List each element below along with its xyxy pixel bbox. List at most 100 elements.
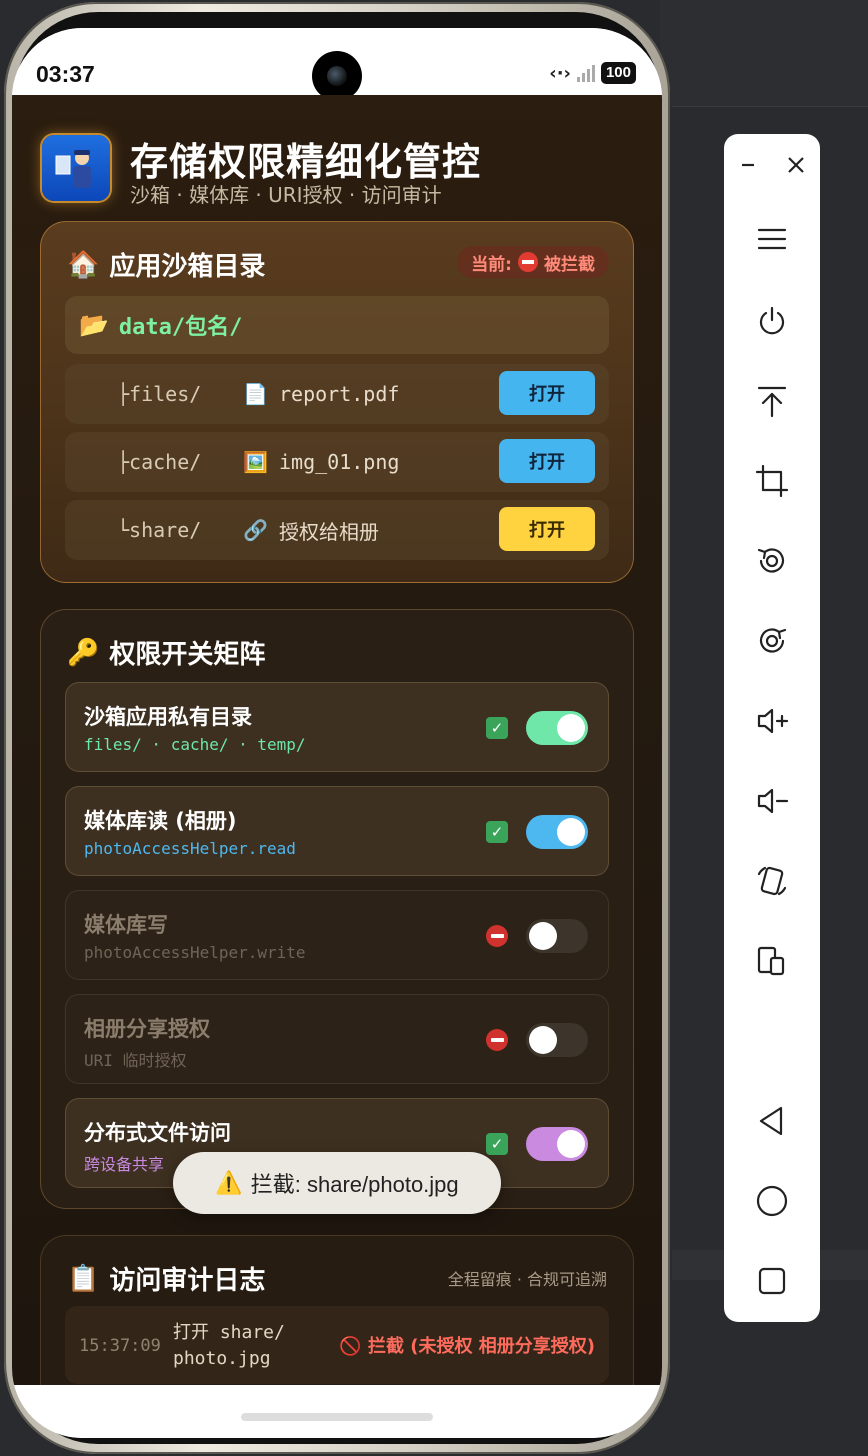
- dir-label: ├files/: [117, 382, 202, 406]
- permission-detail: URI 临时授权: [84, 1051, 187, 1070]
- sandbox-card: 🏠 应用沙箱目录 当前: 被拦截 📂 data/包名/ ├files/ 📄 re…: [40, 221, 634, 583]
- blocked-icon: [486, 925, 508, 947]
- folder-icon: 📂: [79, 311, 109, 339]
- install-button[interactable]: [724, 376, 820, 426]
- close-icon: [788, 157, 804, 173]
- file-name: 授权给相册: [279, 519, 379, 544]
- rotate-device-button[interactable]: [724, 856, 820, 906]
- file-row: ├cache/ 🖼️ img_01.png 打开: [65, 432, 609, 492]
- open-button[interactable]: 打开: [499, 371, 595, 415]
- rotate-right-button[interactable]: [724, 616, 820, 666]
- minimize-icon: [742, 163, 754, 167]
- dir-label: └share/: [117, 518, 202, 542]
- permission-title-text: 权限开关矩阵: [109, 640, 266, 670]
- image-icon: 🖼️: [243, 450, 268, 474]
- page-title: 存储权限精细化管控: [130, 140, 482, 184]
- audit-result-text: 拦截 (未授权 相册分享授权): [368, 1336, 595, 1357]
- audit-title-text: 访问审计日志: [109, 1266, 266, 1296]
- toggle-knob: [557, 818, 585, 846]
- permission-name: 沙箱应用私有目录: [84, 705, 252, 729]
- rotate-left-button[interactable]: [724, 536, 820, 586]
- permission-toggle[interactable]: [526, 1127, 588, 1161]
- check-icon: ✓: [486, 821, 508, 843]
- permission-name: 媒体库写: [84, 913, 168, 937]
- power-icon: [759, 306, 785, 335]
- house-icon: 🏠: [67, 249, 100, 280]
- open-button[interactable]: 打开: [499, 507, 595, 551]
- device-switch-icon: [757, 946, 785, 976]
- volume-up-icon: [757, 708, 789, 734]
- recents-button[interactable]: [724, 1256, 820, 1306]
- recents-icon: [758, 1267, 786, 1295]
- permission-name: 相册分享授权: [84, 1017, 210, 1041]
- audit-action: 打开 share/ photo.jpg: [173, 1322, 285, 1369]
- rotate-device-icon: [757, 866, 787, 896]
- permission-row: 沙箱应用私有目录 files/ · cache/ · temp/ ✓: [65, 682, 609, 772]
- screenshot-button[interactable]: [724, 456, 820, 506]
- back-button[interactable]: [724, 1096, 820, 1146]
- permission-toggle[interactable]: [526, 919, 588, 953]
- phone-screen: 03:37 ‹·› 100 存储权限精细化管控 沙箱 · 媒体库 · URI授权…: [12, 28, 662, 1438]
- minimize-button[interactable]: [728, 148, 768, 182]
- status-bar: 03:37 ‹·› 100: [12, 28, 662, 101]
- permission-card-title: 🔑 权限开关矩阵: [67, 634, 265, 671]
- toast-text: 拦截: share/photo.jpg: [250, 1172, 459, 1197]
- status-icons: ‹·› 100: [549, 62, 636, 84]
- status-time: 03:37: [36, 61, 95, 87]
- file-row: ├files/ 📄 report.pdf 打开: [65, 364, 609, 424]
- permission-toggle[interactable]: [526, 711, 588, 745]
- key-icon: 🔑: [67, 637, 100, 668]
- badge-prefix: 当前:: [471, 254, 512, 275]
- status-badge: 当前: 被拦截: [457, 246, 609, 278]
- rotate-right-icon: [759, 628, 787, 653]
- window-background: [660, 0, 868, 106]
- audit-card: 📋 访问审计日志 全程留痕 · 合规可追溯 15:37:09 打开 share/…: [40, 1235, 634, 1385]
- sandbox-card-title: 🏠 应用沙箱目录: [67, 246, 265, 283]
- close-button[interactable]: [776, 148, 816, 182]
- volume-up-button[interactable]: [724, 696, 820, 746]
- system-nav-bar: [12, 1385, 662, 1438]
- permission-detail: photoAccessHelper.read: [84, 839, 296, 858]
- audit-entry: 15:37:09 打开 share/ photo.jpg 🚫 拦截 (未授权 相…: [65, 1306, 609, 1384]
- toggle-knob: [557, 714, 585, 742]
- file-name: report.pdf: [279, 382, 400, 406]
- page-subtitle: 沙箱 · 媒体库 · URI授权 · 访问审计: [130, 183, 442, 207]
- dir-label: ├cache/: [117, 450, 202, 474]
- audit-result: 🚫 拦截 (未授权 相册分享授权): [339, 1332, 595, 1358]
- officer-icon: [55, 150, 91, 188]
- audit-time: 15:37:09: [79, 1336, 161, 1356]
- check-icon: ✓: [486, 717, 508, 739]
- toggle-knob: [557, 1130, 585, 1158]
- badge-status: 被拦截: [544, 254, 595, 275]
- home-button[interactable]: [724, 1176, 820, 1226]
- permission-toggle[interactable]: [526, 815, 588, 849]
- volume-down-icon: [757, 788, 789, 814]
- menu-button[interactable]: [724, 214, 820, 264]
- prohibited-icon: 🚫: [339, 1336, 362, 1357]
- camera-icon: [312, 51, 362, 101]
- blocked-icon: [518, 252, 538, 272]
- divider: [672, 106, 868, 107]
- permission-detail: 跨设备共享: [84, 1155, 165, 1174]
- menu-icon: [757, 228, 787, 250]
- permission-name: 分布式文件访问: [84, 1121, 231, 1145]
- toggle-knob: [529, 922, 557, 950]
- rotate-left-icon: [757, 548, 785, 573]
- permission-toggle[interactable]: [526, 1023, 588, 1057]
- data-transfer-icon: ‹·›: [549, 62, 571, 84]
- device-switch-button[interactable]: [724, 936, 820, 986]
- back-icon: [759, 1106, 783, 1136]
- power-button[interactable]: [724, 296, 820, 346]
- warning-icon: ⚠️: [215, 1170, 243, 1195]
- sandbox-title-text: 应用沙箱目录: [109, 252, 266, 282]
- signal-icon: [576, 64, 595, 82]
- permission-name: 媒体库读 (相册): [84, 809, 237, 833]
- open-button[interactable]: 打开: [499, 439, 595, 483]
- permission-row: 媒体库读 (相册) photoAccessHelper.read ✓: [65, 786, 609, 876]
- permission-card: 🔑 权限开关矩阵 沙箱应用私有目录 files/ · cache/ · temp/…: [40, 609, 634, 1209]
- crop-icon: [755, 464, 789, 498]
- app-logo-icon: [42, 135, 110, 201]
- volume-down-button[interactable]: [724, 776, 820, 826]
- home-indicator[interactable]: [241, 1413, 433, 1421]
- emulator-toolbar: [724, 134, 820, 1322]
